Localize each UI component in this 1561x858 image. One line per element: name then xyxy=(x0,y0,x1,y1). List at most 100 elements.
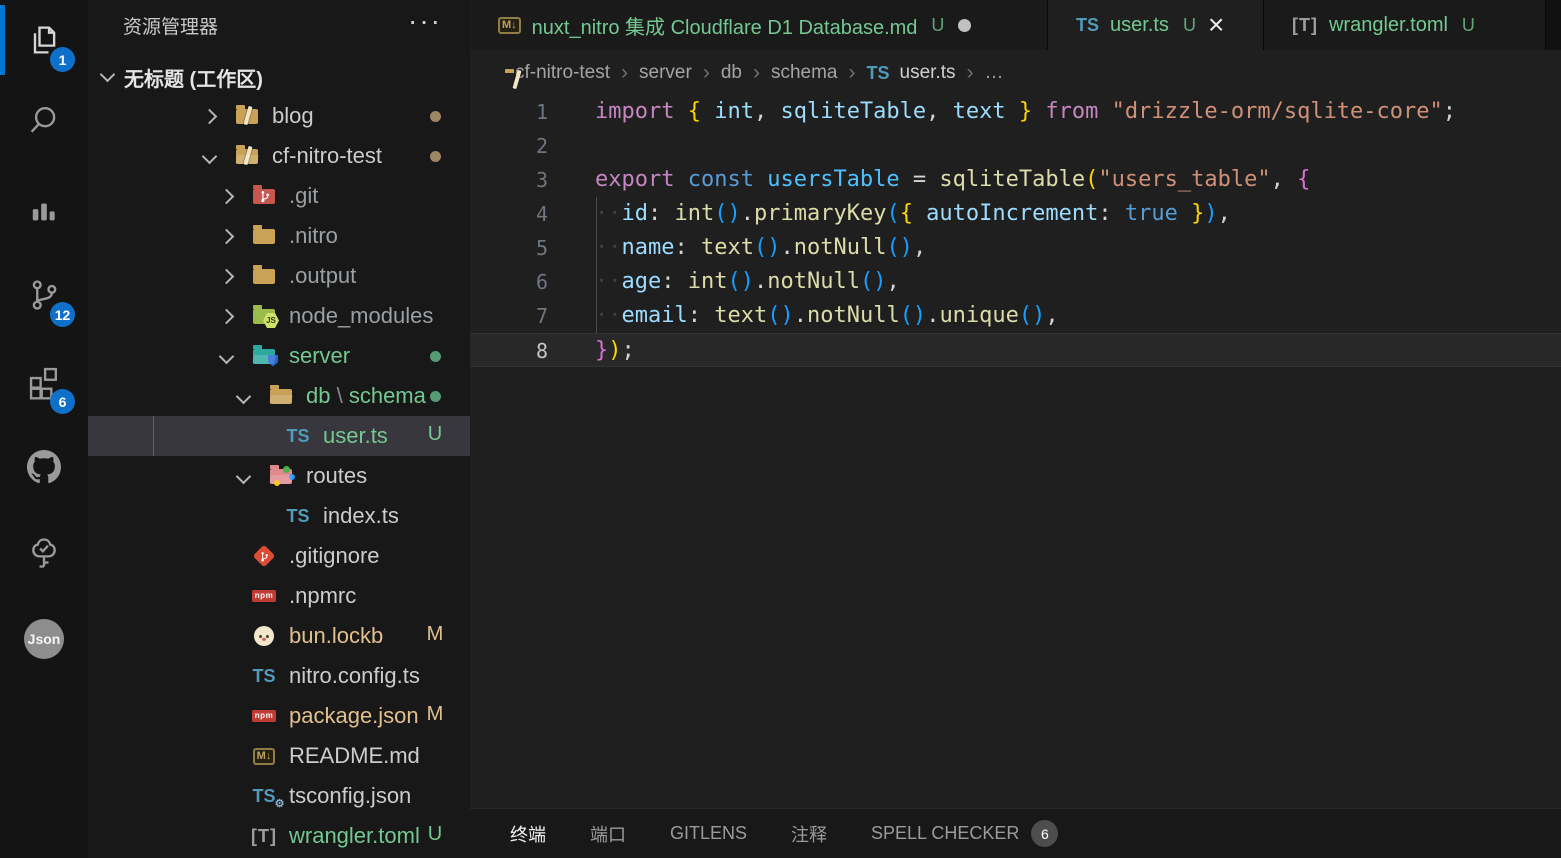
tree-item-git[interactable]: .git xyxy=(88,176,470,216)
breadcrumb-item[interactable]: schema xyxy=(771,62,838,84)
tab-git-status: U xyxy=(931,15,944,36)
more-actions-icon[interactable]: ··· xyxy=(408,2,442,40)
activity-item-search[interactable] xyxy=(0,80,88,160)
tab-title: wrangler.toml xyxy=(1329,14,1448,37)
breadcrumb-separator: › xyxy=(849,61,856,85)
panel-tab-spell-checker[interactable]: SPELL CHECKER6 xyxy=(871,820,1058,847)
code-text: ··name: text().notNull(), xyxy=(595,231,926,265)
tree-item-wrangler-toml[interactable]: [T]wrangler.tomlU xyxy=(88,816,470,856)
activity-item-github[interactable] xyxy=(0,427,88,507)
breadcrumb-item[interactable]: user.ts xyxy=(900,62,956,84)
chevron-down-icon xyxy=(202,149,218,165)
git-untracked-dot xyxy=(430,351,441,362)
tab-title: user.ts xyxy=(1110,14,1169,37)
tree-item-db-schema[interactable]: db \ schema xyxy=(88,376,470,416)
tree-item-node-modules[interactable]: JS node_modules xyxy=(88,296,470,336)
panel-tab-label: SPELL CHECKER xyxy=(871,823,1019,844)
npm-icon: npm xyxy=(252,710,276,722)
tree-item-label: cf-nitro-test xyxy=(272,143,382,169)
tree-item-label: node_modules xyxy=(289,303,433,329)
tree-item-label: server xyxy=(289,343,350,369)
panel-tab-label: GITLENS xyxy=(670,823,747,844)
activity-item-json[interactable]: Json xyxy=(0,599,88,679)
code-text: ··id: int().primaryKey({ autoIncrement: … xyxy=(595,197,1231,231)
git-modified-dot xyxy=(430,111,441,122)
code-text: ··email: text().notNull().unique(), xyxy=(595,299,1059,333)
tree-item-user-ts[interactable]: TS user.ts U xyxy=(88,416,470,456)
line-number: 7 xyxy=(470,299,548,333)
panel-tab-label: 端口 xyxy=(590,821,626,847)
breadcrumb-item[interactable]: server xyxy=(639,62,692,84)
code-line-1: 1import { int, sqliteTable, text } from … xyxy=(470,95,1561,129)
close-icon[interactable]: × xyxy=(1208,14,1224,36)
tree-item-index-ts[interactable]: TS index.ts xyxy=(88,496,470,536)
gitignore-icon xyxy=(253,545,276,568)
workspace-section-header[interactable]: 无标题 (工作区) xyxy=(88,58,470,94)
folder-blog-icon xyxy=(236,109,258,124)
tree-item-output[interactable]: .output xyxy=(88,256,470,296)
activity-item-explorer[interactable]: 1 xyxy=(0,0,88,80)
tree-item-nitro[interactable]: .nitro xyxy=(88,216,470,256)
tree-item-label: .git xyxy=(289,183,318,209)
breadcrumb-separator: › xyxy=(703,61,710,85)
tree-item-routes[interactable]: routes xyxy=(88,456,470,496)
typescript-icon: TS xyxy=(867,64,890,82)
tree-item-gitignore[interactable]: .gitignore xyxy=(88,536,470,576)
unsaved-dot-icon xyxy=(958,19,971,32)
breadcrumb-item[interactable]: db xyxy=(721,62,742,84)
tree-item-blog[interactable]: blog xyxy=(88,96,470,136)
code-text: import { int, sqliteTable, text } from "… xyxy=(595,95,1456,129)
tree-item-tsconfig-json[interactable]: TS⚙tsconfig.json xyxy=(88,776,470,816)
typescript-icon: TS xyxy=(252,667,275,685)
activity-bar: 1 12 6 Json xyxy=(0,0,88,858)
git-status-letter: U xyxy=(422,423,448,446)
bun-icon xyxy=(254,626,274,646)
tree-item-label: .gitignore xyxy=(289,543,380,569)
panel-tab-[interactable]: 端口 xyxy=(590,821,626,847)
tab-nuxt-nitro-cloudflare-d1-database-md[interactable]: M↓nuxt_nitro 集成 Cloudflare D1 Database.m… xyxy=(470,0,1048,50)
tree-item-npmrc[interactable]: npm .npmrc xyxy=(88,576,470,616)
activity-item-extensions[interactable]: 6 xyxy=(0,342,88,422)
bottom-panel-tabs: 终端 端口 GITLENS 注释 SPELL CHECKER6 xyxy=(470,808,1561,858)
breadcrumb-item[interactable]: cf-nitro-test xyxy=(515,62,610,84)
npm-icon: npm xyxy=(252,590,276,602)
tree-item-label: .output xyxy=(289,263,356,289)
panel-tab-[interactable]: 注释 xyxy=(791,821,827,847)
node-modules-folder-icon: JS xyxy=(253,309,275,324)
typescript-icon: TS xyxy=(1076,16,1099,34)
code-editor[interactable]: 1import { int, sqliteTable, text } from … xyxy=(470,95,1561,808)
git-folder-icon xyxy=(253,189,275,204)
line-number: 2 xyxy=(470,129,548,163)
tab-git-status: U xyxy=(1462,15,1475,36)
line-number: 4 xyxy=(470,197,548,231)
tree-item-label: db \ schema xyxy=(306,383,426,409)
git-status-letter: U xyxy=(422,823,448,846)
tree-item-label: package.json xyxy=(289,703,419,729)
tree-item-label: tsconfig.json xyxy=(289,783,411,809)
activity-badge: 12 xyxy=(50,302,75,327)
git-status-letter: M xyxy=(422,703,448,726)
tree-item-bun-lockb[interactable]: bun.lockbM xyxy=(88,616,470,656)
tree-item-nitro-config-ts[interactable]: TS nitro.config.ts xyxy=(88,656,470,696)
tree-item-label: index.ts xyxy=(323,503,399,529)
tree-item-label: .npmrc xyxy=(289,583,356,609)
tree-item-label: nitro.config.ts xyxy=(289,663,420,689)
breadcrumb-item[interactable]: … xyxy=(985,62,1004,84)
activity-item-source-control[interactable]: 12 xyxy=(0,255,88,335)
editor-tabs: M↓nuxt_nitro 集成 Cloudflare D1 Database.m… xyxy=(470,0,1561,50)
panel-tab-gitlens[interactable]: GITLENS xyxy=(670,823,747,844)
tree-item-label: user.ts xyxy=(323,423,388,449)
tab-user-ts[interactable]: TSuser.tsU× xyxy=(1048,0,1264,50)
activity-item-todo-tree[interactable] xyxy=(0,513,88,593)
tab-wrangler-toml[interactable]: [T]wrangler.tomlU xyxy=(1264,0,1546,50)
folder-open-icon xyxy=(236,149,258,164)
chevron-right-icon xyxy=(219,269,235,285)
tree-item-server[interactable]: server xyxy=(88,336,470,376)
tree-item-readme-md[interactable]: M↓README.md xyxy=(88,736,470,776)
tree-item-cf-nitro-test[interactable]: cf-nitro-test xyxy=(88,136,470,176)
activity-item-chart[interactable] xyxy=(0,168,88,248)
typescript-icon: TS xyxy=(286,507,309,525)
typescript-icon: TS xyxy=(286,427,309,445)
panel-tab-[interactable]: 终端 xyxy=(510,821,546,847)
tree-item-package-json[interactable]: npm package.jsonM xyxy=(88,696,470,736)
